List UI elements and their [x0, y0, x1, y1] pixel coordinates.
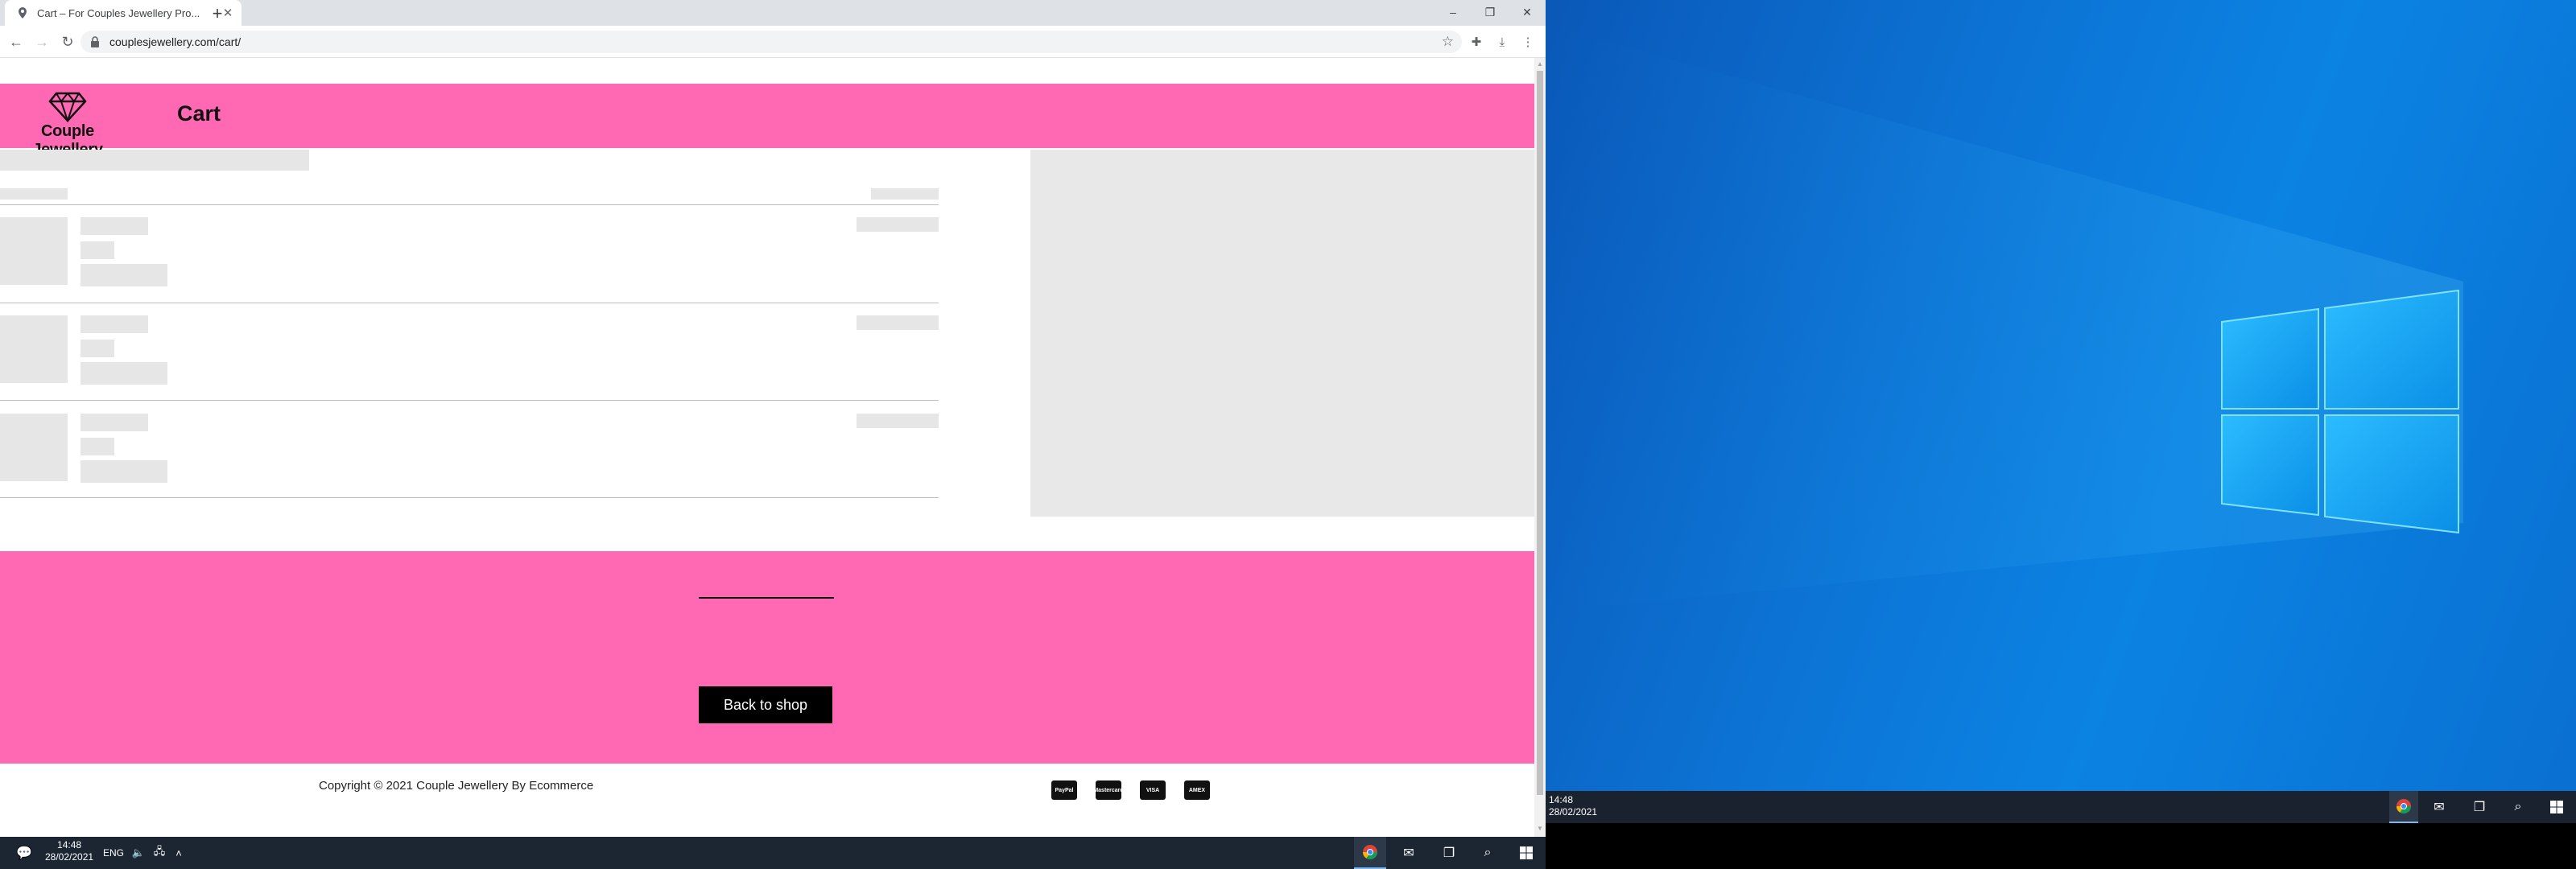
minimize-button[interactable]: –	[1435, 0, 1472, 24]
task-view-icon[interactable]: ❐	[2470, 797, 2489, 817]
skeleton-line	[80, 241, 114, 259]
footer-divider	[699, 597, 834, 599]
taskbar-left: 💬 14:48 28/02/2021 ENG 🔈 🖧 ˄ ✉ ❐ ⌕	[0, 837, 1546, 869]
skeleton-line	[80, 460, 167, 483]
star-icon[interactable]: ☆	[1442, 34, 1454, 50]
chevron-up-icon[interactable]: ˄	[169, 843, 188, 863]
url-text: couplesjewellery.com/cart/	[109, 35, 242, 48]
skeleton-thumbnail	[0, 315, 68, 383]
network-icon[interactable]: 🖧	[150, 843, 169, 863]
close-window-button[interactable]: ✕	[1509, 0, 1546, 24]
skeleton-heading	[0, 150, 309, 171]
paypal-icon: PayPal	[1051, 780, 1077, 800]
skeleton-cart-summary	[1030, 150, 1534, 517]
divider	[0, 400, 939, 401]
web-page: Couple Jewellery Cart Back to shop	[0, 58, 1534, 837]
windows-start-icon[interactable]	[2547, 797, 2566, 817]
skeleton-column-header	[0, 188, 68, 200]
extensions-icon[interactable]: ✚	[1468, 34, 1484, 50]
task-view-icon[interactable]: ❐	[1433, 843, 1465, 863]
windows-start-icon[interactable]	[1510, 843, 1542, 863]
language-indicator[interactable]: ENG	[103, 847, 124, 859]
volume-icon[interactable]: 🔈	[129, 843, 148, 863]
skeleton-line	[80, 264, 167, 286]
mail-icon[interactable]: ✉	[2429, 797, 2449, 817]
restore-button[interactable]: ❐	[1472, 0, 1509, 24]
tab-title: Cart – For Couples Jewellery Pro...	[37, 6, 200, 19]
divider	[0, 497, 939, 498]
browser-toolbar: ← → ↻ couplesjewellery.com/cart/ ☆ ✚ ⤓ ⋮	[0, 26, 1546, 58]
skeleton-price	[857, 315, 939, 330]
skeleton-thumbnail	[0, 414, 68, 481]
diamond-logo-icon	[48, 92, 87, 122]
taskbar-clock[interactable]: 14:48 28/02/2021	[1549, 794, 1597, 818]
site-header: Couple Jewellery Cart	[0, 84, 1534, 159]
skeleton-line	[80, 217, 148, 235]
divider	[0, 204, 939, 205]
skeleton-line	[80, 414, 148, 431]
site-footer: Back to shop	[0, 551, 1534, 764]
skeleton-line	[80, 438, 114, 455]
new-tab-button[interactable]: +	[208, 3, 227, 23]
scroll-up-icon[interactable]: ▲	[1537, 61, 1543, 68]
taskbar-clock[interactable]: 14:48 28/02/2021	[45, 839, 93, 863]
skeleton-column-header	[871, 188, 939, 200]
notification-icon[interactable]: 💬	[11, 843, 37, 863]
chrome-icon[interactable]	[1354, 837, 1386, 869]
lock-icon	[91, 36, 99, 47]
tab-strip: Cart – For Couples Jewellery Pro... ✕ + …	[0, 0, 1546, 26]
mail-icon[interactable]: ✉	[1393, 843, 1425, 863]
taskbar-right: 14:48 28/02/2021 ✉ ❐ ⌕	[1546, 791, 2576, 823]
right-monitor-desktop: 14:48 28/02/2021 ✉ ❐ ⌕	[1546, 0, 2576, 869]
page-scrollbar[interactable]: ▲ ▼	[1534, 58, 1546, 837]
windows-logo-icon	[1546, 24, 2463, 612]
amex-icon: AMEX	[1184, 780, 1210, 800]
reload-icon[interactable]: ↻	[58, 32, 77, 51]
skeleton-thumbnail	[0, 217, 68, 285]
forward-arrow-icon[interactable]: →	[32, 32, 52, 51]
location-pin-icon	[19, 7, 27, 19]
mastercard-icon: Mastercard	[1093, 780, 1124, 800]
address-bar[interactable]: couplesjewellery.com/cart/ ☆	[80, 31, 1462, 53]
copyright-text: Copyright © 2021 Couple Jewellery By Eco…	[319, 779, 594, 793]
skeleton-price	[857, 414, 939, 428]
back-arrow-icon[interactable]: ←	[6, 32, 26, 51]
payment-icons: PayPal Mastercard VISA AMEX	[1051, 780, 1228, 800]
skeleton-line	[80, 362, 167, 385]
search-icon[interactable]: ⌕	[2508, 797, 2528, 817]
browser-tab[interactable]: Cart – For Couples Jewellery Pro... ✕	[5, 0, 242, 26]
page-title: Cart	[177, 101, 221, 126]
skeleton-line	[80, 315, 148, 333]
skeleton-line	[80, 340, 114, 357]
chrome-icon[interactable]	[2389, 791, 2418, 823]
download-icon[interactable]: ⤓	[1494, 34, 1510, 50]
search-icon[interactable]: ⌕	[1472, 843, 1504, 863]
back-to-shop-button[interactable]: Back to shop	[699, 686, 832, 723]
site-logo[interactable]: Couple Jewellery	[6, 89, 129, 159]
skeleton-price	[857, 217, 939, 232]
scroll-thumb[interactable]	[1537, 71, 1543, 795]
left-monitor: Cart – For Couples Jewellery Pro... ✕ + …	[0, 0, 1546, 869]
copyright-link[interactable]: Ecommerce	[529, 779, 593, 793]
visa-icon: VISA	[1140, 780, 1166, 800]
menu-icon[interactable]: ⋮	[1520, 34, 1536, 50]
scroll-down-icon[interactable]: ▼	[1537, 826, 1543, 832]
